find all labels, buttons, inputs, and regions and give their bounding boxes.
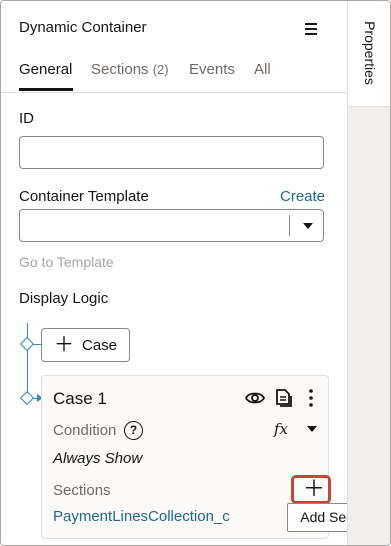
condition-label: Condition (53, 422, 117, 439)
container-template-select[interactable] (19, 209, 324, 242)
case-card: Case 1 Condition ? fx Always Show Sectio… (41, 375, 329, 539)
case-title: Case 1 (53, 389, 107, 408)
tab-sections-count: (2) (152, 62, 169, 77)
tab-events-label: Events (189, 61, 235, 78)
tab-events[interactable]: Events (189, 61, 235, 78)
properties-rail: Properties (347, 1, 390, 545)
panel-title: Dynamic Container (19, 19, 147, 36)
properties-rail-tab[interactable]: Properties (348, 1, 390, 107)
properties-panel: Dynamic Container General Sections (2) E… (1, 1, 389, 545)
tree-node-diamond-icon (19, 336, 35, 352)
section-link[interactable]: PaymentLinesCollection_c (53, 508, 230, 525)
tab-sections-label: Sections (91, 61, 149, 78)
chevron-down-icon[interactable] (307, 426, 317, 432)
display-logic-label: Display Logic (19, 290, 109, 307)
expression-fx-icon[interactable]: fx (274, 420, 288, 438)
container-template-label: Container Template (19, 188, 149, 205)
create-template-link[interactable]: Create (280, 188, 325, 205)
eye-icon[interactable] (244, 387, 266, 409)
tabs-divider (1, 92, 347, 93)
hamburger-menu-icon[interactable] (299, 17, 323, 41)
more-options-icon[interactable] (300, 387, 322, 409)
tree-node-diamond-icon (19, 390, 35, 406)
active-tab-indicator (19, 88, 73, 91)
duplicate-icon[interactable] (272, 387, 294, 409)
tab-general-label: General (19, 61, 73, 78)
sections-label: Sections (53, 482, 111, 499)
condition-value: Always Show (53, 450, 143, 467)
tab-general[interactable]: General (19, 61, 73, 91)
tree-branch-line (33, 344, 41, 345)
select-divider (289, 215, 290, 236)
properties-dialog: Dynamic Container General Sections (2) E… (0, 0, 391, 546)
tree-connector-line (27, 323, 28, 399)
plus-icon: ＋ (54, 334, 74, 356)
plus-icon: ＋ (303, 476, 326, 501)
help-icon[interactable]: ? (124, 421, 143, 440)
properties-rail-label: Properties (362, 21, 378, 85)
go-to-template-link: Go to Template (19, 254, 114, 270)
tab-sections[interactable]: Sections (2) (91, 61, 169, 78)
add-case-button[interactable]: ＋ Case (41, 328, 130, 362)
add-section-button[interactable]: ＋ (291, 475, 331, 504)
tab-all-label: All (254, 61, 271, 78)
add-case-label: Case (82, 337, 118, 354)
id-label: ID (19, 110, 34, 127)
chevron-down-icon[interactable] (303, 223, 313, 229)
tab-all[interactable]: All (254, 61, 271, 78)
id-input[interactable] (19, 136, 324, 169)
